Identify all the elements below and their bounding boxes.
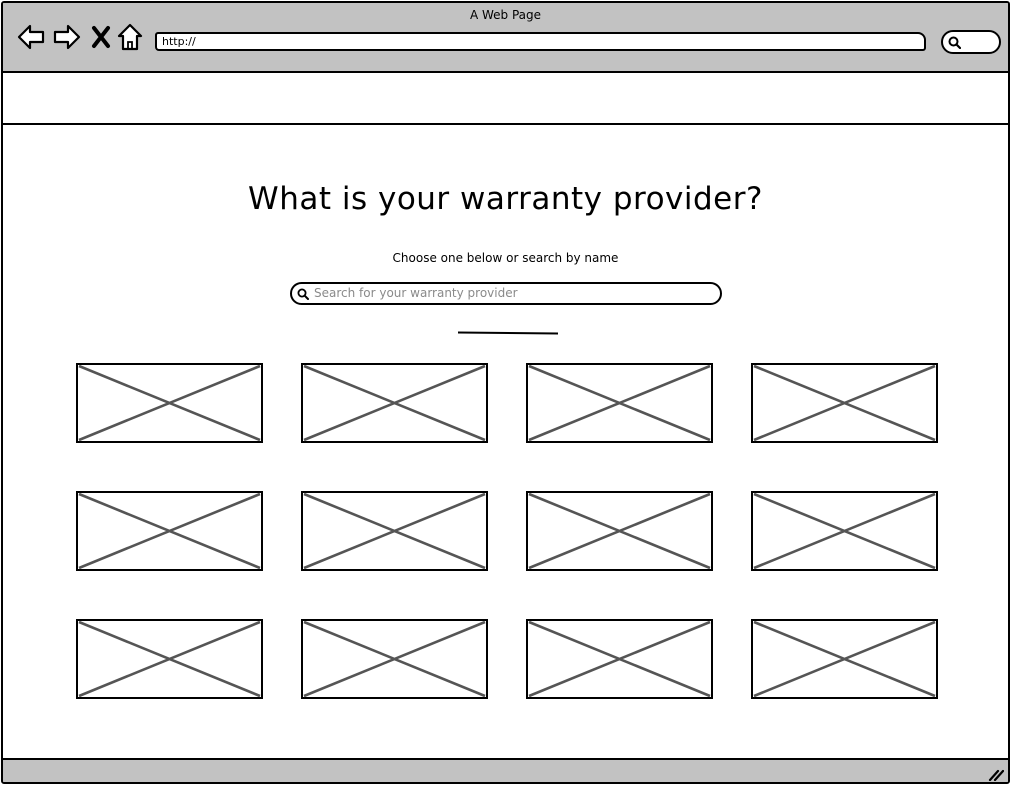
search-placeholder: Search for your warranty provider xyxy=(314,286,518,300)
search-icon xyxy=(948,36,961,49)
image-placeholder-icon xyxy=(301,491,488,571)
image-placeholder-icon xyxy=(76,619,263,699)
provider-card[interactable] xyxy=(301,363,488,443)
provider-card[interactable] xyxy=(76,363,263,443)
provider-search-input[interactable]: Search for your warranty provider xyxy=(290,282,722,305)
image-placeholder-icon xyxy=(526,619,713,699)
search-icon xyxy=(297,288,309,300)
provider-card[interactable] xyxy=(526,363,713,443)
browser-toolbar: A Web Page http:// xyxy=(3,3,1008,73)
provider-card[interactable] xyxy=(751,363,938,443)
window-title: A Web Page xyxy=(469,8,542,22)
page-title: What is your warranty provider? xyxy=(248,181,763,217)
main-content: What is your warranty provider? Choose o… xyxy=(3,125,1008,758)
image-placeholder-icon xyxy=(301,619,488,699)
page-header xyxy=(3,73,1008,125)
resize-grip-icon[interactable] xyxy=(988,767,1004,781)
image-placeholder-icon xyxy=(76,363,263,443)
image-placeholder-icon xyxy=(751,491,938,571)
image-placeholder-icon xyxy=(76,491,263,571)
image-placeholder-icon xyxy=(301,363,488,443)
image-placeholder-icon xyxy=(526,363,713,443)
provider-grid xyxy=(76,363,942,703)
divider xyxy=(457,331,559,335)
back-arrow-icon[interactable] xyxy=(16,22,46,52)
status-bar xyxy=(3,758,1008,782)
home-icon[interactable] xyxy=(116,22,144,52)
provider-card[interactable] xyxy=(301,491,488,571)
provider-card[interactable] xyxy=(751,619,938,699)
provider-card[interactable] xyxy=(526,491,713,571)
close-icon[interactable] xyxy=(88,22,114,52)
forward-arrow-icon[interactable] xyxy=(52,22,82,52)
browser-search-button[interactable] xyxy=(941,30,1001,54)
provider-card[interactable] xyxy=(76,491,263,571)
browser-window: A Web Page http:// What is your warranty… xyxy=(1,1,1010,784)
page-subtitle: Choose one below or search by name xyxy=(392,251,619,265)
provider-card[interactable] xyxy=(526,619,713,699)
image-placeholder-icon xyxy=(751,363,938,443)
provider-card[interactable] xyxy=(751,491,938,571)
image-placeholder-icon xyxy=(526,491,713,571)
provider-card[interactable] xyxy=(76,619,263,699)
provider-card[interactable] xyxy=(301,619,488,699)
image-placeholder-icon xyxy=(751,619,938,699)
url-bar[interactable]: http:// xyxy=(155,32,926,51)
